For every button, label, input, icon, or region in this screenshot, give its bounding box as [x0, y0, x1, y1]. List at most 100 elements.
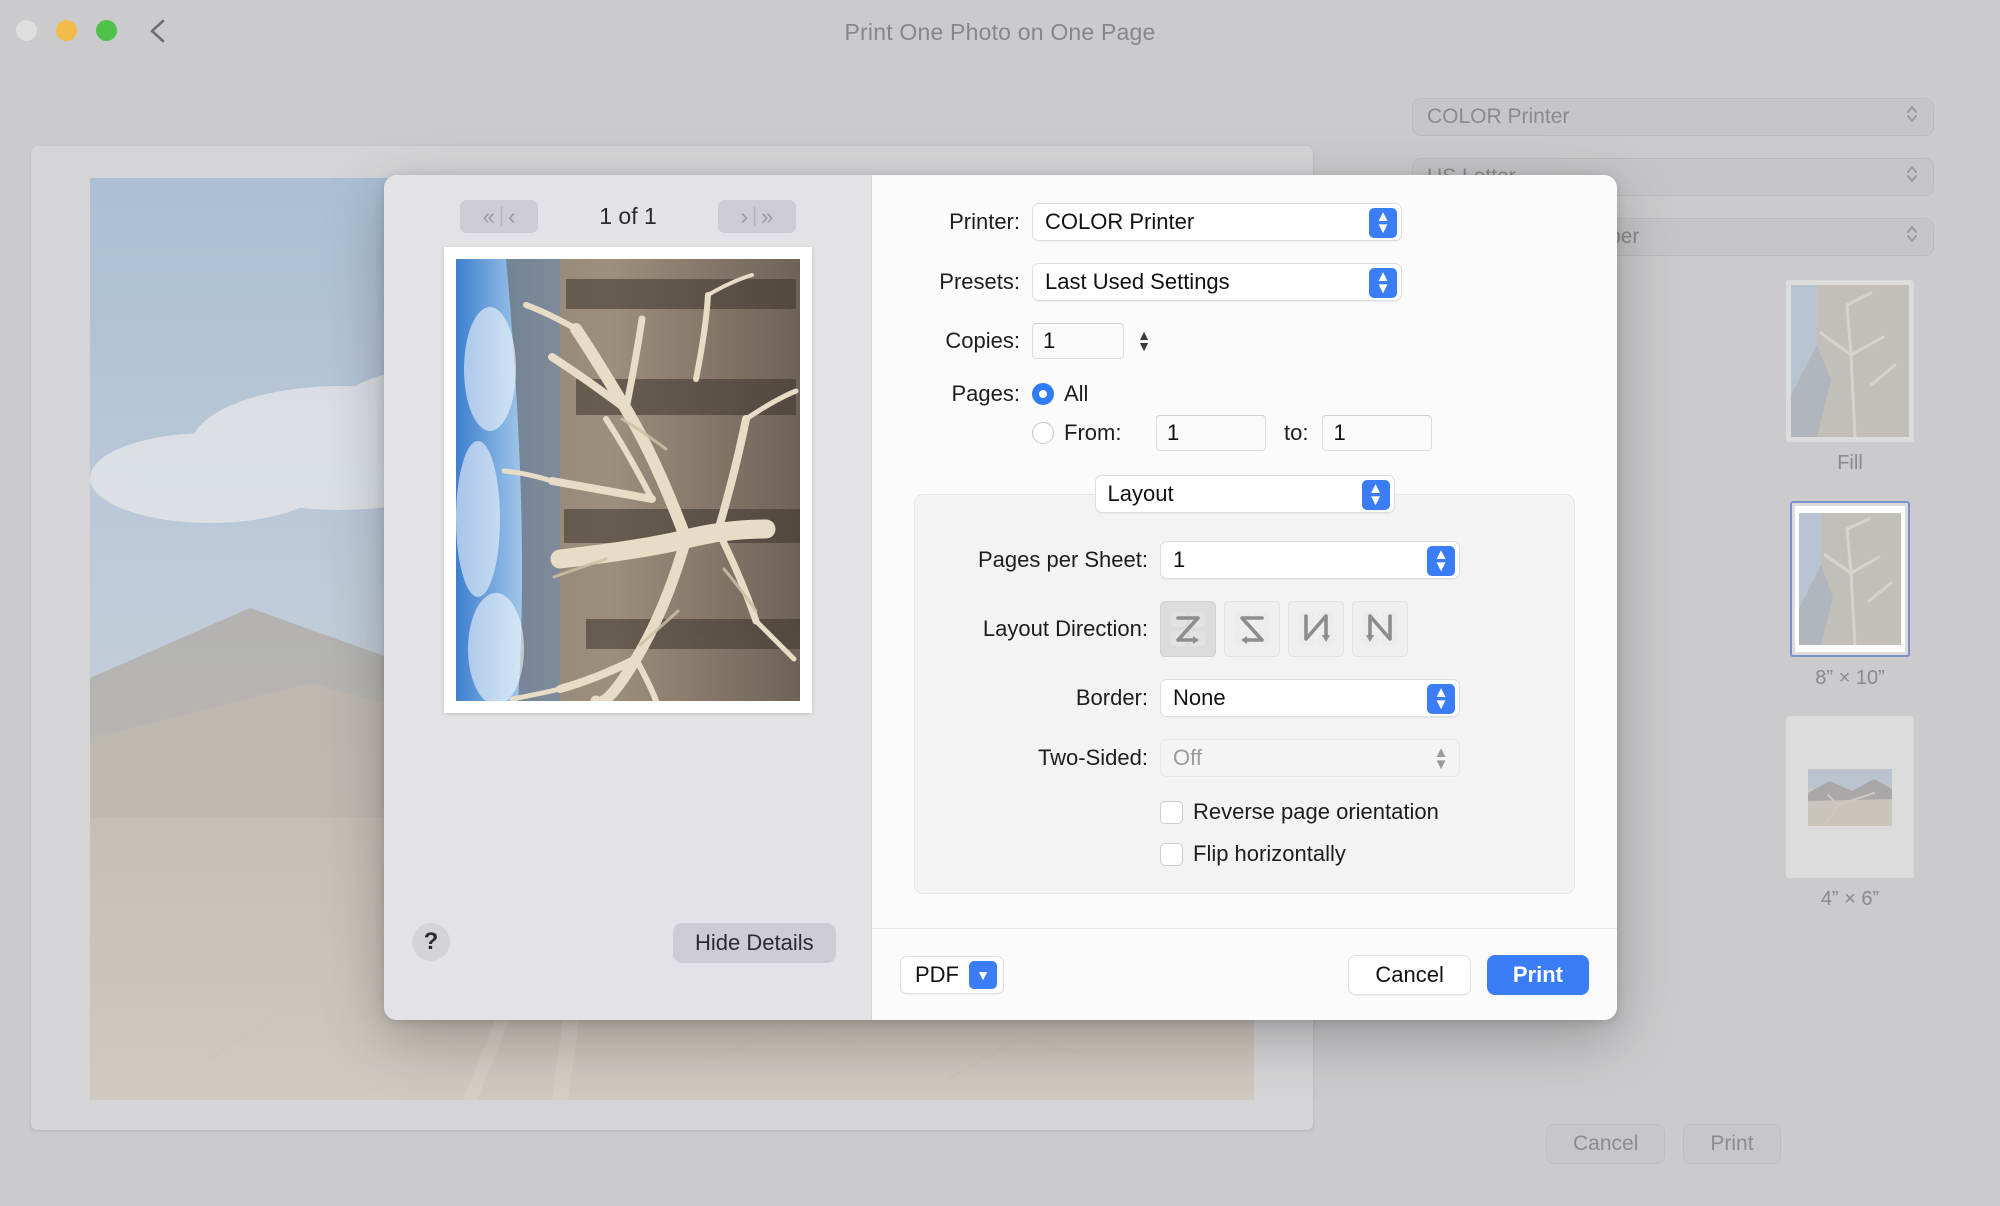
footer-actions: Cancel Print — [1348, 954, 1589, 995]
pages-per-sheet-select[interactable]: 1 ▲ ▼ — [1160, 541, 1460, 579]
thumbnail-frame — [1786, 280, 1914, 442]
cancel-button[interactable]: Cancel — [1348, 954, 1471, 995]
chevron-down-icon: ▼ — [969, 960, 997, 989]
bg-cancel-button[interactable]: Cancel — [1546, 1124, 1666, 1164]
chevron-updown-icon — [1905, 102, 1919, 132]
pages-range-row: From: 1 to: 1 — [872, 415, 1617, 451]
pages-all-radio[interactable] — [1032, 383, 1054, 405]
pages-from-label: From: — [1064, 420, 1122, 445]
page-title: Print One Photo on One Page — [844, 18, 1156, 45]
bg-print-button[interactable]: Print — [1683, 1124, 1781, 1164]
print-button[interactable]: Print — [1486, 954, 1589, 995]
pages-to-value: 1 — [1333, 420, 1346, 445]
presets-select[interactable]: Last Used Settings ▲ ▼ — [1032, 263, 1402, 301]
pdf-button[interactable]: PDF ▼ — [900, 955, 1004, 994]
print-preview-pane: « | ‹ 1 of 1 › | » ? Hide Details — [384, 175, 872, 1020]
chevron-updown-icon — [1905, 222, 1919, 252]
two-sided-label: Two-Sided: — [1037, 745, 1148, 770]
pages-per-sheet-label: Pages per Sheet: — [977, 547, 1148, 572]
copies-value: 1 — [1043, 328, 1056, 353]
crop-preset-4x6[interactable]: 4” × 6” — [1700, 716, 2000, 911]
chevron-updown-icon: ▲ ▼ — [1427, 684, 1455, 714]
pages-per-sheet-value: 1 — [1173, 547, 1186, 572]
hide-details-button[interactable]: Hide Details — [673, 923, 836, 963]
layout-direction-label: Layout Direction: — [982, 616, 1148, 641]
pages-from-radio[interactable] — [1032, 422, 1054, 444]
copies-input[interactable]: 1 — [1032, 323, 1124, 359]
background-action-buttons: Cancel Print — [1546, 1124, 1781, 1164]
crop-preset-fill[interactable]: Fill — [1700, 280, 2000, 475]
pages-label: Pages: — [951, 381, 1021, 406]
thumbnail-image — [1791, 285, 1909, 437]
chevron-updown-icon — [1905, 162, 1919, 192]
dialog-footer: PDF ▼ Cancel Print — [872, 928, 1617, 1020]
preview-next-buttons[interactable]: › | » — [718, 200, 796, 233]
chevron-updown-icon: ▲ ▼ — [1433, 744, 1449, 773]
border-select[interactable]: None ▲ ▼ — [1160, 679, 1460, 717]
next-page-icon: › — [740, 203, 748, 229]
flip-horizontally-row: Flip horizontally — [915, 841, 1574, 867]
pages-all-label: All — [1064, 381, 1089, 406]
two-sided-row: Two-Sided: Off ▲ ▼ — [915, 739, 1574, 777]
presets-row: Presets: Last Used Settings ▲ ▼ — [872, 263, 1617, 301]
nav-separator: | — [498, 205, 505, 227]
preview-navigation: « | ‹ 1 of 1 › | » — [384, 200, 872, 233]
nav-separator: | — [751, 205, 758, 227]
last-page-icon: » — [761, 203, 774, 229]
pages-from-value: 1 — [1167, 420, 1180, 445]
presets-value: Last Used Settings — [1045, 269, 1230, 294]
border-label: Border: — [1075, 685, 1148, 710]
pdf-label: PDF — [915, 961, 959, 987]
reverse-page-orientation-row: Reverse page orientation — [915, 799, 1574, 825]
thumbnail-image — [1795, 506, 1905, 652]
presets-label: Presets: — [939, 269, 1020, 294]
border-row: Border: None ▲ ▼ — [915, 679, 1574, 717]
preview-prev-buttons[interactable]: « | ‹ — [460, 200, 538, 233]
layout-direction-z-left-right-top-bottom-icon[interactable] — [1160, 601, 1216, 657]
reverse-page-orientation-label: Reverse page orientation — [1193, 799, 1439, 824]
printer-select[interactable]: COLOR Printer ▲ ▼ — [1032, 203, 1402, 241]
preview-page — [444, 247, 812, 713]
preview-photo — [456, 259, 800, 701]
pages-all-row: Pages: All — [872, 381, 1617, 407]
layout-direction-z-right-left-top-bottom-icon[interactable] — [1224, 601, 1280, 657]
bg-printer-value: COLOR Printer — [1427, 105, 1570, 128]
crop-preset-label: 4” × 6” — [1820, 888, 1880, 910]
pane-select-value: Layout — [1107, 481, 1174, 506]
pages-per-sheet-row: Pages per Sheet: 1 ▲ ▼ — [915, 541, 1574, 579]
copies-label: Copies: — [945, 328, 1020, 353]
layout-direction-n-top-bottom-right-left-icon[interactable] — [1352, 601, 1408, 657]
bg-printer-popup[interactable]: COLOR Printer — [1412, 98, 1934, 136]
print-dialog: « | ‹ 1 of 1 › | » ? Hide Details Printe… — [384, 175, 1617, 1020]
two-sided-select: Off ▲ ▼ — [1160, 739, 1460, 777]
pages-from-input[interactable]: 1 — [1156, 415, 1266, 451]
previous-page-icon: ‹ — [508, 203, 516, 229]
copies-row: Copies: 1 ▲ ▼ — [872, 323, 1617, 359]
printer-value: COLOR Printer — [1045, 209, 1195, 234]
chevron-updown-icon: ▲ ▼ — [1369, 268, 1397, 298]
thumbnail-image — [1791, 721, 1909, 873]
reverse-page-orientation-checkbox[interactable] — [1160, 800, 1183, 824]
print-settings-pane: Printer: COLOR Printer ▲ ▼ Presets: Last … — [872, 175, 1617, 1020]
layout-direction-n-top-bottom-left-right-icon[interactable] — [1288, 601, 1344, 657]
copies-stepper[interactable]: ▲ ▼ — [1132, 323, 1156, 359]
border-value: None — [1173, 685, 1226, 710]
thumbnail-frame-selected — [1790, 501, 1910, 657]
window-titlebar: Print One Photo on One Page — [0, 0, 2000, 64]
printer-label: Printer: — [949, 209, 1020, 234]
pane-selector-wrap: Layout ▲ ▼ — [872, 475, 1617, 513]
pages-to-input[interactable]: 1 — [1322, 415, 1433, 451]
pages-to-label: to: — [1284, 420, 1309, 445]
crop-preset-list: Fill 8” × 10” 4” × 6” — [1700, 280, 2000, 937]
chevron-updown-icon: ▲ ▼ — [1427, 546, 1455, 576]
crop-preset-label: Fill — [1837, 452, 1863, 474]
first-page-icon: « — [482, 203, 495, 229]
layout-direction-row: Layout Direction: — [915, 601, 1574, 657]
layout-options-pane: Pages per Sheet: 1 ▲▼ Layout Direction: — [914, 494, 1575, 894]
help-button[interactable]: ? — [412, 923, 450, 961]
crop-preset-8x10[interactable]: 8” × 10” — [1700, 501, 2000, 690]
page-counter: 1 of 1 — [599, 203, 657, 229]
pane-select[interactable]: Layout ▲ ▼ — [1094, 475, 1395, 513]
flip-horizontally-checkbox[interactable] — [1160, 842, 1183, 866]
chevron-updown-icon: ▲ ▼ — [1361, 480, 1390, 510]
